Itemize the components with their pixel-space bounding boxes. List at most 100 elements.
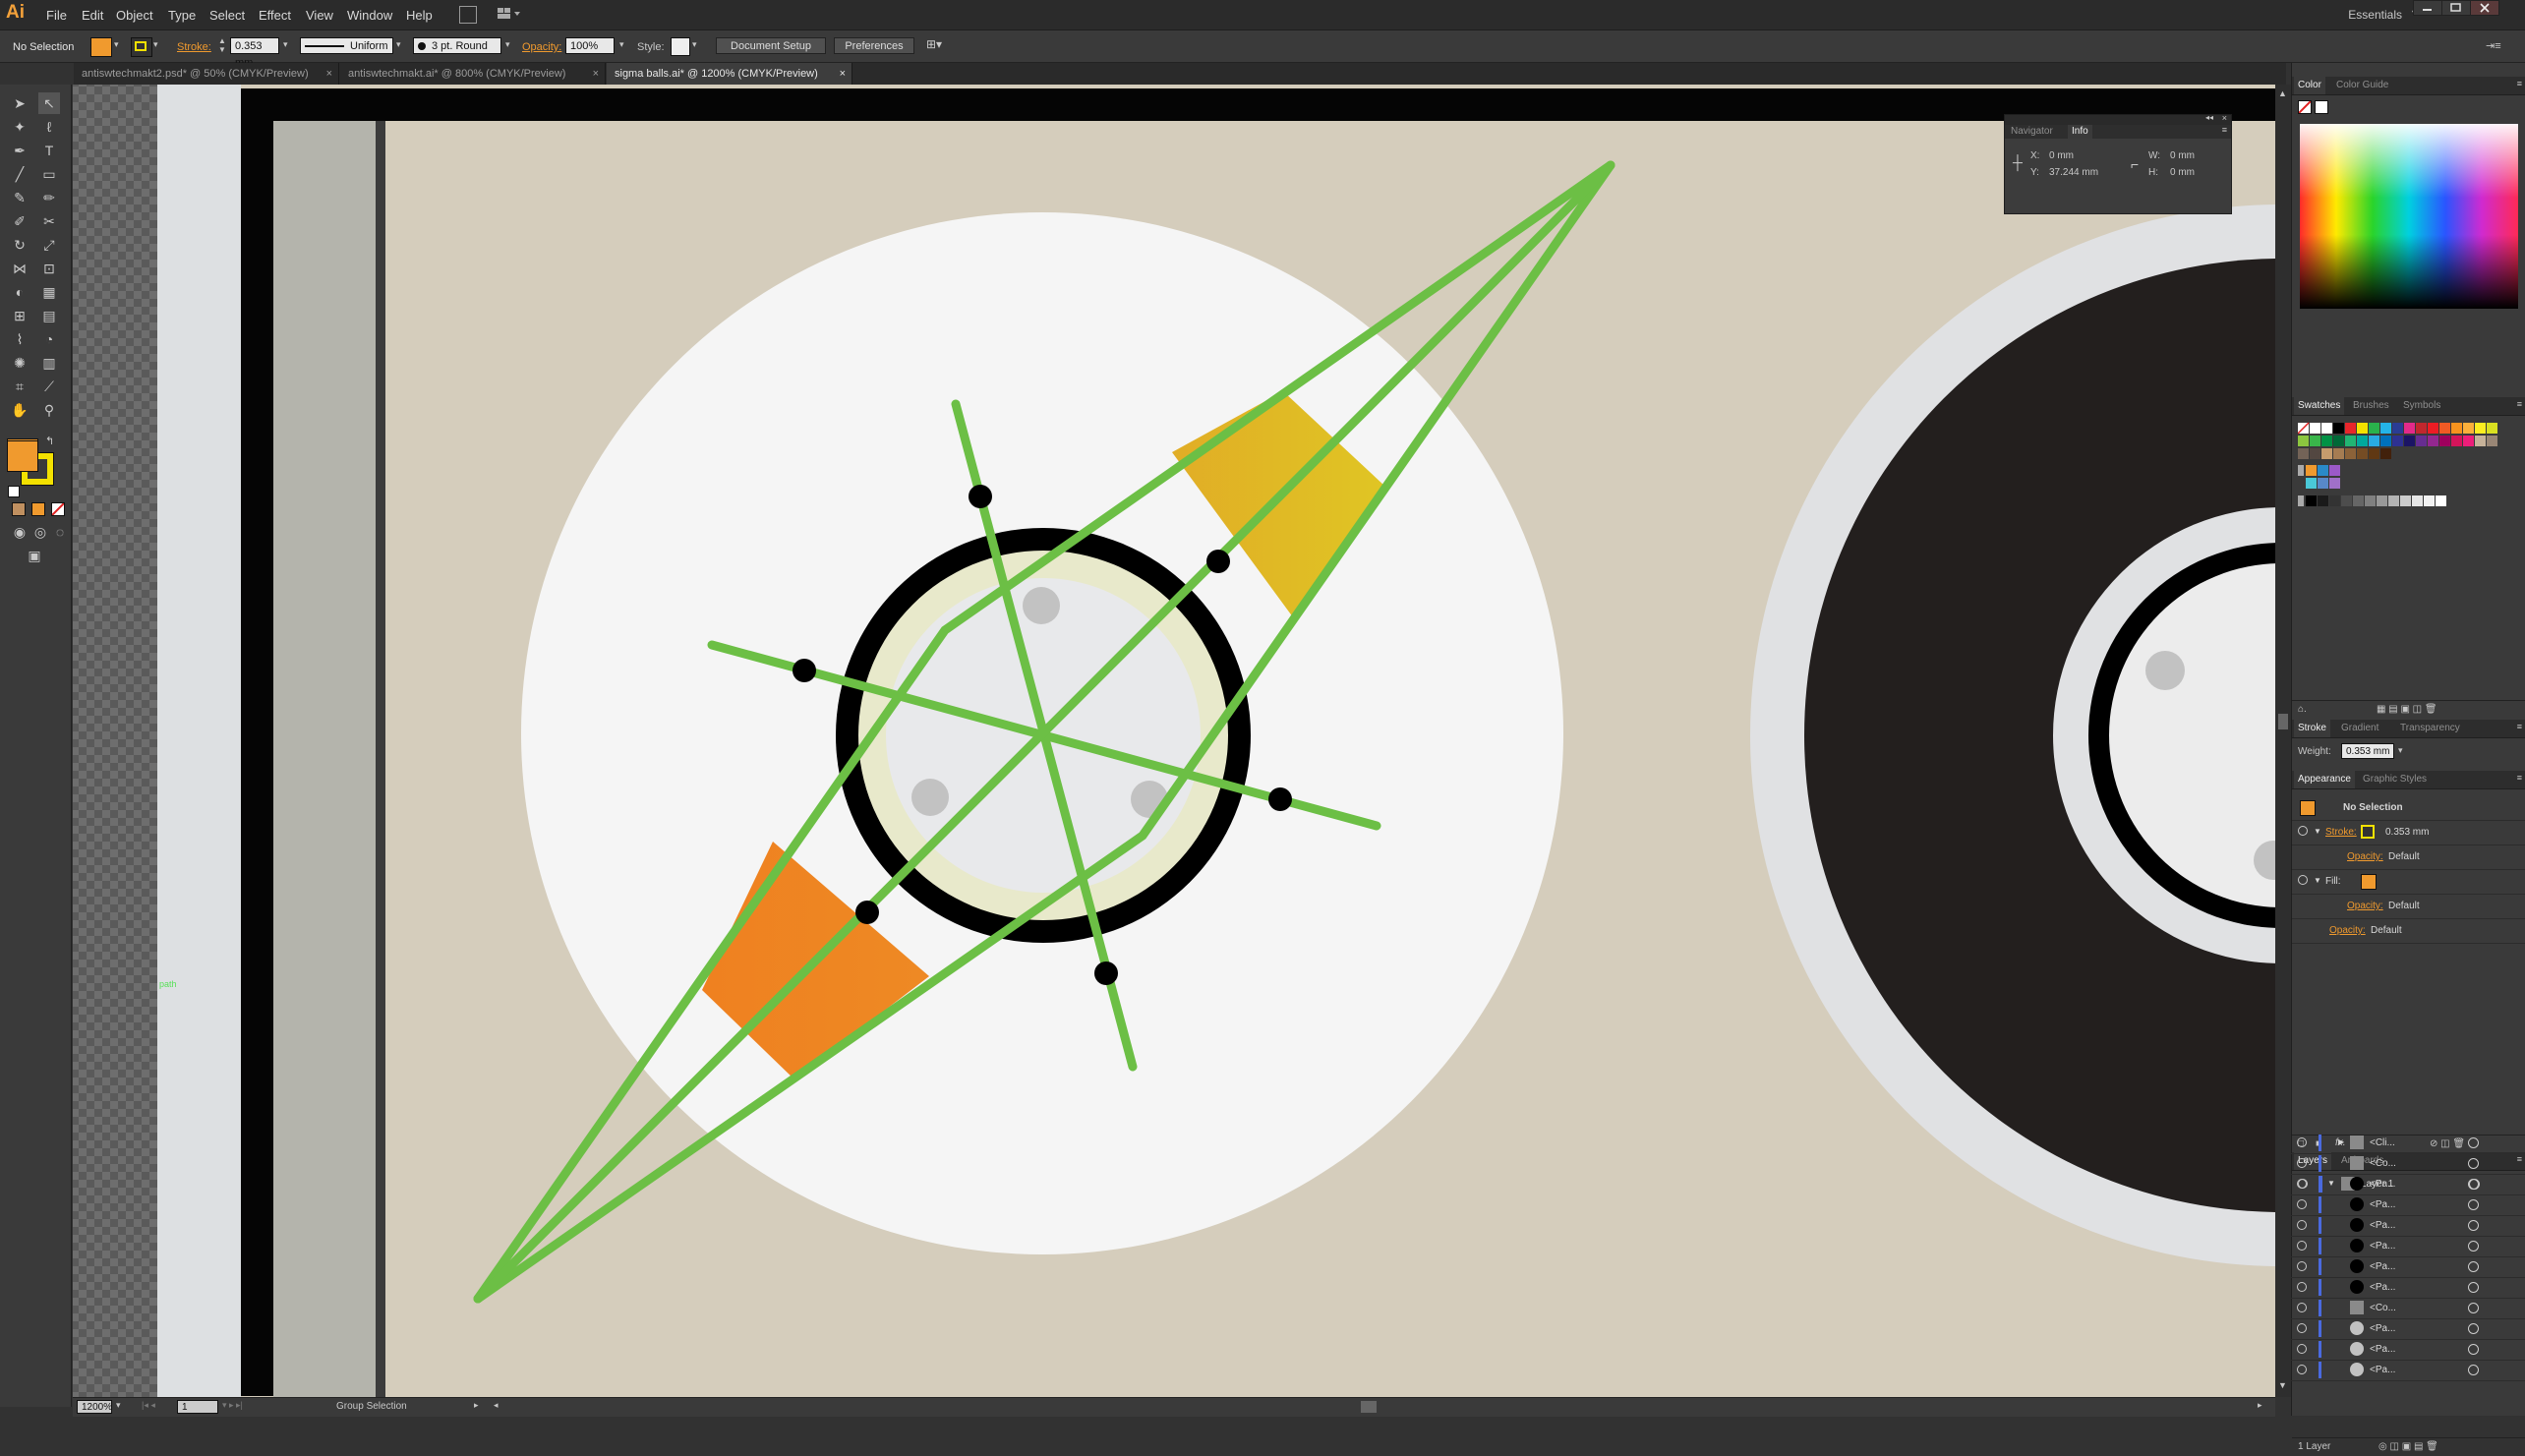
canvas-area[interactable]: path ◂◂ × Navigator Info ≡ ┼ X: 0 mm Y: … <box>73 85 2275 1397</box>
artboard-number-field[interactable]: 1 <box>177 1400 218 1414</box>
menu-select[interactable]: Select <box>209 8 245 23</box>
appearance-object-opacity-row[interactable]: Opacity: Default <box>2292 919 2525 944</box>
panel-menu-icon[interactable]: ≡ <box>2517 722 2522 731</box>
preferences-button[interactable]: Preferences <box>834 37 914 54</box>
stroke-attribute-label[interactable]: Stroke: <box>2325 827 2357 838</box>
paintbrush-tool-icon[interactable]: ✎ <box>9 187 30 208</box>
panel-menu-icon[interactable]: ≡ <box>2222 125 2227 135</box>
blob-brush-tool-icon[interactable]: ✐ <box>9 210 30 232</box>
vertical-scrollbar[interactable]: ▲ ▼ <box>2275 85 2291 1397</box>
sublayer-name[interactable]: <Pa... <box>2370 1220 2395 1231</box>
tab-navigator[interactable]: Navigator <box>2011 125 2053 143</box>
scroll-up-icon[interactable]: ▲ <box>2278 88 2287 98</box>
perspective-grid-tool-icon[interactable]: ▦ <box>38 281 60 303</box>
target-icon[interactable] <box>2468 1179 2479 1190</box>
tab-graphic-styles[interactable]: Graphic Styles <box>2363 771 2427 788</box>
close-tab-icon[interactable]: × <box>840 63 846 85</box>
default-colors-icon[interactable] <box>8 486 20 497</box>
tab-info[interactable]: Info <box>2068 125 2092 139</box>
none-mode-icon[interactable] <box>51 502 65 516</box>
layer-sublayer-row[interactable]: <Pa... <box>2291 1360 2525 1381</box>
tab-document-1[interactable]: antiswtechmakt2.psd* @ 50% (CMYK/Preview… <box>74 63 339 85</box>
collapse-panel-icon[interactable]: ◂◂ <box>2205 113 2213 122</box>
opacity-attribute-label[interactable]: Opacity: <box>2347 901 2383 911</box>
sublayer-name[interactable]: <Co... <box>2370 1158 2396 1169</box>
zoom-dropdown-icon[interactable]: ▾ <box>116 1400 121 1411</box>
visibility-eye-icon[interactable] <box>2297 1303 2307 1312</box>
sublayer-name[interactable]: <Pa... <box>2370 1241 2395 1252</box>
fill-color-box-front[interactable] <box>7 440 38 472</box>
tab-document-2[interactable]: antiswtechmakt.ai* @ 800% (CMYK/Preview)… <box>340 63 606 85</box>
close-panel-icon[interactable]: × <box>2222 113 2227 123</box>
tab-symbols[interactable]: Symbols <box>2403 397 2440 415</box>
sublayer-name[interactable]: <Pa... <box>2370 1261 2395 1272</box>
free-transform-tool-icon[interactable]: ⊡ <box>38 258 60 279</box>
horizontal-scroll-thumb[interactable] <box>1361 1401 1377 1413</box>
style-dropdown-icon[interactable]: ▾ <box>692 39 697 50</box>
expand-triangle-icon[interactable]: ▶ <box>2338 1137 2344 1146</box>
swatch-actions-icon[interactable]: ▦ ▤ ▣ ◫ 🗑 <box>2377 704 2437 715</box>
visibility-eye-icon[interactable] <box>2297 1137 2307 1147</box>
target-icon[interactable] <box>2468 1282 2479 1293</box>
minimize-button[interactable] <box>2413 0 2442 16</box>
visibility-eye-icon[interactable] <box>2297 1261 2307 1271</box>
target-icon[interactable] <box>2468 1241 2479 1252</box>
document-setup-button[interactable]: Document Setup <box>716 37 826 54</box>
swatch-grid[interactable] <box>2297 421 2504 578</box>
color-white-icon[interactable] <box>2315 100 2328 114</box>
target-icon[interactable] <box>2468 1199 2479 1210</box>
expand-triangle-icon[interactable]: ▼ <box>2314 827 2321 836</box>
target-icon[interactable] <box>2468 1344 2479 1355</box>
maximize-button[interactable] <box>2441 0 2471 16</box>
stroke-profile-dropdown-icon[interactable]: ▾ <box>396 39 401 50</box>
sublayer-name[interactable]: <Cli... <box>2370 1137 2395 1148</box>
menu-file[interactable]: File <box>46 8 67 23</box>
stroke-weight-input[interactable]: 0.353 mm <box>2341 743 2394 759</box>
layer-sublayer-row[interactable]: <Pa... <box>2291 1318 2525 1340</box>
hand-tool-icon[interactable]: ✋ <box>9 399 30 421</box>
blend-tool-icon[interactable]: ◔ <box>38 328 60 350</box>
type-tool-icon[interactable]: T <box>38 140 60 161</box>
tab-appearance[interactable]: Appearance <box>2294 771 2355 788</box>
layer-sublayer-row[interactable]: <Co... <box>2291 1298 2525 1319</box>
brush-select[interactable]: 3 pt. Round <box>413 37 501 54</box>
draw-inside-icon[interactable]: ◌ <box>49 521 71 543</box>
visibility-eye-icon[interactable] <box>2297 1158 2307 1168</box>
visibility-eye-icon[interactable] <box>2297 1199 2307 1209</box>
opacity-attribute-label[interactable]: Opacity: <box>2329 925 2366 936</box>
target-icon[interactable] <box>2468 1261 2479 1272</box>
visibility-eye-icon[interactable] <box>2297 1179 2307 1189</box>
appearance-fill-row[interactable]: ▼ Fill: <box>2292 870 2525 895</box>
visibility-eye-icon[interactable] <box>2297 1344 2307 1354</box>
pencil-tool-icon[interactable]: ✏ <box>38 187 60 208</box>
close-tab-icon[interactable]: × <box>326 63 332 85</box>
workspace-switcher[interactable]: Essentials <box>2348 8 2402 22</box>
appearance-stroke-opacity-row[interactable]: Opacity: Default <box>2292 845 2525 870</box>
panel-menu-icon[interactable]: ≡ <box>2517 399 2522 409</box>
tab-color-guide[interactable]: Color Guide <box>2336 77 2388 94</box>
fill-color-swatch[interactable] <box>90 37 112 57</box>
screen-mode-icon[interactable]: ▣ <box>24 545 45 566</box>
opacity-label[interactable]: Opacity: <box>522 41 561 53</box>
opacity-attribute-label[interactable]: Opacity: <box>2347 851 2383 862</box>
panel-menu-icon[interactable]: ≡ <box>2517 79 2522 88</box>
symbol-sprayer-tool-icon[interactable]: ✺ <box>9 352 30 374</box>
visibility-eye-icon[interactable] <box>2297 1365 2307 1374</box>
layer-sublayer-row[interactable]: <Pa... <box>2291 1339 2525 1361</box>
gradient-mode-icon[interactable] <box>31 502 45 516</box>
tab-document-3[interactable]: sigma balls.ai* @ 1200% (CMYK/Preview) × <box>607 63 852 85</box>
opacity-field[interactable]: 100% <box>565 37 615 54</box>
menu-edit[interactable]: Edit <box>82 8 103 23</box>
next-artboard-icon[interactable]: ▾ ▸ ▸| <box>222 1400 243 1411</box>
menu-help[interactable]: Help <box>406 8 433 23</box>
stroke-weight-field[interactable]: 0.353 mm <box>230 37 279 69</box>
rectangle-tool-icon[interactable]: ▭ <box>38 163 60 185</box>
visibility-eye-icon[interactable] <box>2298 826 2308 836</box>
layer-sublayer-row[interactable]: <Pa... <box>2291 1277 2525 1299</box>
sublayer-name[interactable]: <Pa... <box>2370 1344 2395 1355</box>
fill-dropdown-icon[interactable]: ▾ <box>114 39 119 50</box>
scroll-left-icon[interactable]: ◂ <box>494 1400 499 1411</box>
magic-wand-tool-icon[interactable]: ✦ <box>9 116 30 138</box>
zoom-tool-icon[interactable]: ⚲ <box>38 399 60 421</box>
target-icon[interactable] <box>2468 1303 2479 1313</box>
